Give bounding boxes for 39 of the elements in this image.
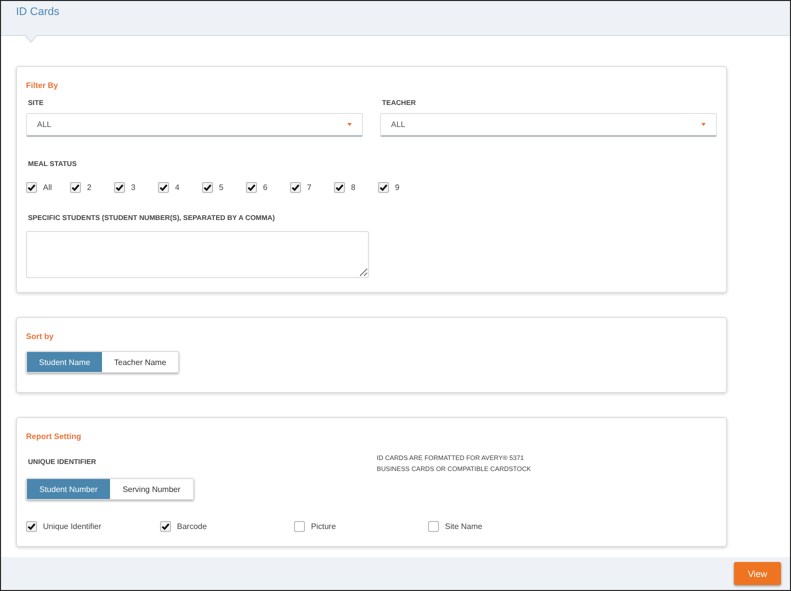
checkbox-label: All bbox=[43, 183, 52, 192]
checkbox-label: Unique Identifier bbox=[43, 522, 102, 531]
checkbox[interactable] bbox=[428, 521, 439, 532]
segment-tab[interactable]: Student Number bbox=[27, 479, 110, 499]
checkbox[interactable] bbox=[160, 521, 171, 532]
section-title: Sort by bbox=[26, 332, 54, 341]
checkbox[interactable] bbox=[334, 182, 345, 193]
checkbox-label: Picture bbox=[311, 522, 336, 531]
checkbox-label: Site Name bbox=[445, 522, 482, 531]
checkbox-label: 9 bbox=[395, 183, 400, 192]
checkbox[interactable] bbox=[158, 182, 169, 193]
checkbox-label: Barcode bbox=[177, 522, 207, 531]
section-title: Filter By bbox=[26, 81, 58, 90]
checkbox[interactable] bbox=[246, 182, 257, 193]
checkbox[interactable] bbox=[202, 182, 213, 193]
caret-icon bbox=[701, 123, 706, 126]
page-title: ID Cards bbox=[16, 6, 60, 18]
dropdown[interactable]: ALL bbox=[26, 113, 363, 137]
checkbox[interactable] bbox=[294, 521, 305, 532]
checkbox[interactable] bbox=[26, 521, 37, 532]
dropdown[interactable]: ALL bbox=[380, 113, 717, 137]
checkbox-label: 5 bbox=[219, 183, 224, 192]
segment-tab[interactable]: Student Name bbox=[27, 352, 102, 372]
checkbox-label: 8 bbox=[351, 183, 356, 192]
segment-tab[interactable]: Teacher Name bbox=[102, 352, 178, 372]
checkbox-label: 4 bbox=[175, 183, 180, 192]
checkbox[interactable] bbox=[26, 182, 37, 193]
segment-tab[interactable]: Serving Number bbox=[110, 479, 193, 499]
checkbox-label: 2 bbox=[87, 183, 92, 192]
checkbox[interactable] bbox=[290, 182, 301, 193]
caret-icon bbox=[347, 123, 352, 126]
checkbox-label: 7 bbox=[307, 183, 312, 192]
checkbox[interactable] bbox=[114, 182, 125, 193]
checkbox-label: 3 bbox=[131, 183, 136, 192]
checkbox[interactable] bbox=[70, 182, 81, 193]
section-title: Report Setting bbox=[26, 432, 82, 441]
checkbox[interactable] bbox=[378, 182, 389, 193]
students-input[interactable] bbox=[26, 231, 369, 278]
checkbox-label: 6 bbox=[263, 183, 268, 192]
